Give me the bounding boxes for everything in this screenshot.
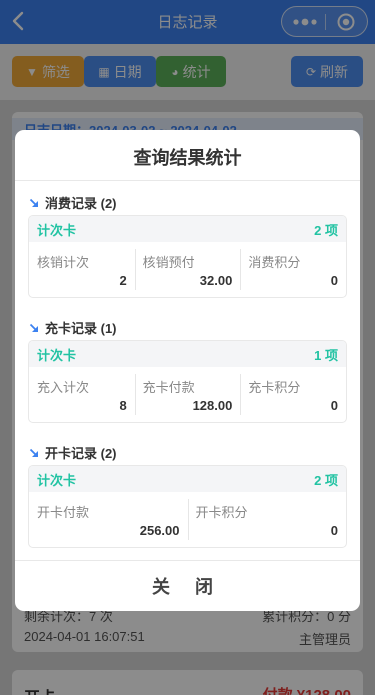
section-title: 开卡记录 (2) bbox=[45, 446, 117, 461]
modal-title: 查询结果统计 bbox=[133, 148, 242, 168]
stat-value: 0 bbox=[330, 523, 338, 538]
stat-value: 8 bbox=[119, 398, 127, 413]
section-title: 消费记录 (2) bbox=[45, 196, 117, 211]
stat-label: 充卡积分 bbox=[248, 380, 301, 395]
section-heading-consume: 消费记录 (2) bbox=[29, 193, 117, 212]
card-type: 计次卡 bbox=[37, 472, 77, 488]
divider bbox=[15, 180, 360, 181]
item-count: 2 项 bbox=[314, 222, 338, 238]
stat-label: 开卡付款 bbox=[37, 505, 90, 520]
section-heading-recharge: 充卡记录 (1) bbox=[29, 318, 117, 337]
arrow-down-right-icon bbox=[29, 448, 38, 457]
stat-label: 核销预付 bbox=[142, 255, 195, 270]
stat-cells: 充入计次 8 充卡付款 128.00 充卡积分 0 bbox=[29, 367, 346, 422]
item-count: 1 项 bbox=[314, 347, 338, 363]
item-count: 2 项 bbox=[314, 472, 338, 488]
stat-label: 充卡付款 bbox=[142, 380, 195, 395]
card-type: 计次卡 bbox=[37, 222, 77, 238]
stat-cells: 核销计次 2 核销预付 32.00 消费积分 0 bbox=[29, 242, 346, 297]
stat-label: 消费积分 bbox=[248, 255, 301, 270]
stat-cell: 开卡付款 256.00 bbox=[29, 492, 188, 547]
stat-cells: 开卡付款 256.00 开卡积分 0 bbox=[29, 492, 346, 547]
stat-cell: 核销计次 2 bbox=[29, 242, 135, 297]
stat-cell: 消费积分 0 bbox=[240, 242, 346, 297]
section-heading-open: 开卡记录 (2) bbox=[29, 443, 117, 462]
card-type: 计次卡 bbox=[37, 347, 77, 363]
stat-cell: 核销预付 32.00 bbox=[134, 242, 241, 297]
statistics-modal: 查询结果统计 消费记录 (2) 计次卡 2 项 核销计次 2 核销预付 32.0… bbox=[15, 130, 360, 611]
card-type-row: 计次卡 1 项 bbox=[29, 341, 346, 367]
stat-label: 充入计次 bbox=[37, 380, 90, 395]
stat-value: 0 bbox=[330, 398, 339, 413]
stat-cell: 开卡积分 0 bbox=[187, 492, 347, 547]
stat-box-open: 计次卡 2 项 开卡付款 256.00 开卡积分 0 bbox=[28, 465, 347, 548]
stat-value: 2 bbox=[119, 273, 127, 288]
section-title: 充卡记录 (1) bbox=[45, 321, 117, 336]
stat-cell: 充卡付款 128.00 bbox=[134, 367, 241, 422]
card-type-row: 计次卡 2 项 bbox=[29, 216, 346, 242]
stat-value: 256.00 bbox=[139, 523, 180, 538]
stat-cell: 充入计次 8 bbox=[29, 367, 135, 422]
stat-cell: 充卡积分 0 bbox=[240, 367, 346, 422]
stat-box-consume: 计次卡 2 项 核销计次 2 核销预付 32.00 消费积分 0 bbox=[28, 215, 347, 298]
stat-label: 核销计次 bbox=[37, 255, 90, 270]
stat-box-recharge: 计次卡 1 项 充入计次 8 充卡付款 128.00 充卡积分 0 bbox=[28, 340, 347, 423]
stat-value: 128.00 bbox=[192, 398, 233, 413]
arrow-down-right-icon bbox=[29, 198, 38, 207]
arrow-down-right-icon bbox=[29, 323, 38, 332]
stat-value: 0 bbox=[330, 273, 339, 288]
stat-label: 开卡积分 bbox=[195, 505, 248, 520]
close-button[interactable]: 关 闭 bbox=[15, 561, 360, 611]
card-type-row: 计次卡 2 项 bbox=[29, 466, 346, 492]
stat-value: 32.00 bbox=[199, 273, 233, 288]
